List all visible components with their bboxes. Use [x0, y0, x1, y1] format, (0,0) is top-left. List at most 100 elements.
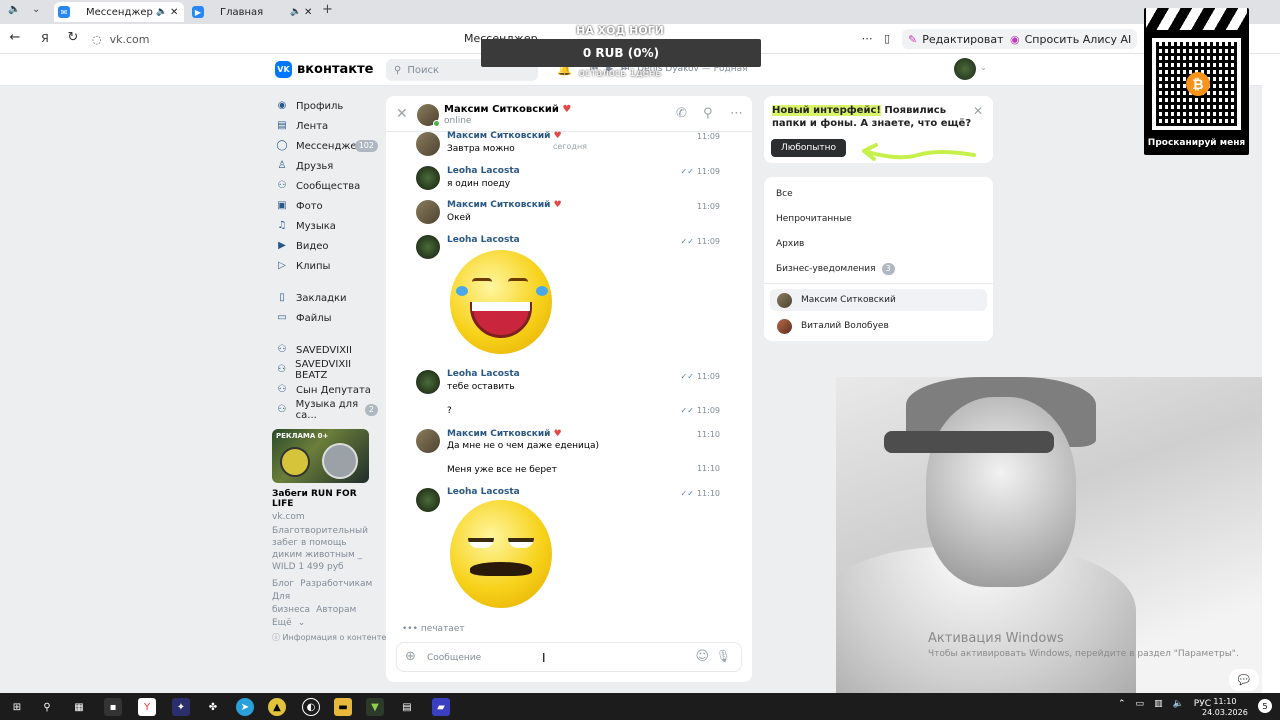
back-arrow-icon[interactable]: ←: [6, 30, 24, 45]
url-field[interactable]: ◌ vk.com: [92, 28, 472, 50]
yandex-icon[interactable]: Я: [36, 32, 54, 45]
folder-icon[interactable]: ▬: [334, 698, 352, 716]
sidebar-group-2[interactable]: ⚇ Сын Депутата: [276, 380, 380, 400]
curious-button[interactable]: Любопытно: [771, 139, 846, 157]
more-icon[interactable]: ⋯: [858, 32, 876, 45]
footer-link-blog[interactable]: Блог: [272, 579, 294, 589]
message-input[interactable]: [427, 650, 677, 666]
chat-avatar[interactable]: [417, 104, 440, 127]
ad-url[interactable]: vk.com: [272, 512, 369, 522]
chat-bubble-icon[interactable]: 💬: [1229, 669, 1259, 691]
alice-button[interactable]: ◉ Спросить Алису AI: [1004, 29, 1138, 49]
app-icon[interactable]: ✤: [204, 698, 222, 716]
message-author[interactable]: Максим Ситковский ♥: [447, 200, 562, 210]
footer-link-authors[interactable]: Авторам: [316, 605, 356, 615]
new-tab-icon[interactable]: +: [322, 2, 333, 17]
conversation-item[interactable]: Виталий Волобуев: [770, 315, 987, 337]
message-author[interactable]: Leoha Lacosta: [447, 166, 520, 176]
sidebar-group-3[interactable]: ⚇ Музыка для са... 2: [276, 399, 380, 421]
app-icon[interactable]: ✦: [172, 698, 190, 716]
sidebar-item-1[interactable]: ▤ Лента: [276, 116, 380, 136]
obs-icon[interactable]: ◐: [302, 698, 320, 716]
app-icon[interactable]: ▪: [104, 698, 122, 716]
app-icon[interactable]: ▼: [366, 698, 384, 716]
avatar[interactable]: [416, 370, 440, 394]
more-icon[interactable]: ⋯: [730, 106, 743, 121]
sidebar-item-7[interactable]: ▶ Видео: [276, 236, 380, 256]
search-icon[interactable]: ⚲: [38, 698, 56, 716]
ad-block[interactable]: РЕКЛАМА 0+ Забеги RUN FOR LIFE vk.com Бл…: [272, 429, 369, 573]
bookmark-icon[interactable]: ▯: [878, 32, 896, 45]
network-icon[interactable]: ▥: [1154, 699, 1163, 709]
edit-button[interactable]: ✎ Редактировать: [902, 29, 1016, 49]
sidebar-item-8[interactable]: ▷ Клипы: [276, 256, 380, 276]
sidebar-item-5[interactable]: ▣ Фото: [276, 196, 380, 216]
message-author[interactable]: Максим Ситковский ♥: [447, 131, 562, 141]
phone-icon[interactable]: ✆: [676, 106, 687, 121]
system-tray[interactable]: ⌃ ▭ ▥ 🔈 РУС: [1118, 699, 1211, 709]
folder-unread[interactable]: Непрочитанные: [776, 214, 852, 224]
close-icon[interactable]: ✕: [304, 7, 312, 18]
speaker-icon[interactable]: 🔈: [8, 4, 20, 15]
volume-icon[interactable]: 🔈: [1173, 699, 1184, 709]
folder-all[interactable]: Все: [776, 189, 793, 199]
reload-icon[interactable]: ↻: [64, 30, 82, 45]
sidebar-item-6[interactable]: ♫ Музыка: [276, 216, 380, 236]
message-author[interactable]: Максим Ситковский ♥: [447, 429, 562, 439]
tab-audio-icon[interactable]: 🔈: [156, 7, 167, 17]
tab-messenger[interactable]: ✉ Мессенджер 🔈 ✕: [54, 2, 184, 22]
tab-audio-icon[interactable]: 🔈: [290, 7, 301, 17]
chevron-down-icon[interactable]: ⌄: [32, 4, 40, 15]
chat-name[interactable]: Максим Ситковский ♥: [444, 104, 571, 115]
tab-main[interactable]: ▶ Главная 🔈 ✕: [188, 2, 318, 22]
sidebar-item-3[interactable]: ♙ Друзья: [276, 156, 380, 176]
yandex-browser-icon[interactable]: Y: [138, 698, 156, 716]
sidebar-item-2[interactable]: ◯ Мессенджер 102: [276, 136, 380, 156]
ad-title[interactable]: Забеги RUN FOR LIFE: [272, 489, 369, 509]
mustache-sticker[interactable]: [450, 500, 552, 608]
avatar[interactable]: [416, 166, 440, 190]
folder-archive[interactable]: Архив: [776, 239, 804, 249]
emoji-icon[interactable]: ☺: [695, 649, 709, 664]
telegram-icon[interactable]: ➤: [236, 698, 254, 716]
sidebar-item-4[interactable]: ⚇ Сообщества: [276, 176, 380, 196]
avatar[interactable]: [416, 132, 440, 156]
notification-badge[interactable]: 5: [1258, 699, 1272, 713]
windows-start-icon[interactable]: ⊞: [8, 698, 26, 716]
sidebar-item-extra-0[interactable]: ▯ Закладки: [276, 288, 380, 308]
app-icon[interactable]: ▤: [398, 698, 416, 716]
laughing-sticker[interactable]: [450, 250, 552, 354]
content-info-link[interactable]: ⓘ Информация о контенте: [272, 632, 386, 643]
chevron-down-icon[interactable]: ⌄: [298, 618, 306, 628]
message-author[interactable]: Leoha Lacosta: [447, 235, 520, 245]
folder-business[interactable]: Бизнес-уведомления 3: [776, 263, 895, 275]
app-icon[interactable]: ▰: [432, 698, 450, 716]
message-author[interactable]: Leoha Lacosta: [447, 487, 520, 497]
avatar[interactable]: [416, 200, 440, 224]
avatar[interactable]: [416, 235, 440, 259]
task-view-icon[interactable]: ▦: [70, 698, 88, 716]
avatar[interactable]: [416, 429, 440, 453]
footer-link-dev[interactable]: Разработчикам: [300, 579, 372, 589]
avatar[interactable]: [416, 488, 440, 512]
chevron-up-icon[interactable]: ⌃: [1118, 699, 1126, 709]
microphone-icon[interactable]: 🎙: [716, 649, 731, 663]
avatar[interactable]: [954, 58, 976, 80]
battery-icon[interactable]: ▭: [1136, 699, 1145, 709]
sidebar-group-1[interactable]: ⚇ SAVEDVIXII BEATZ: [276, 359, 380, 381]
footer-link-business[interactable]: Для бизнеса: [272, 592, 310, 615]
close-icon[interactable]: ✕: [170, 7, 178, 18]
ad-image[interactable]: РЕКЛАМА 0+: [272, 429, 369, 483]
vk-logo[interactable]: VK вконтакте: [275, 61, 373, 78]
sidebar-item-0[interactable]: ◉ Профиль: [276, 96, 380, 116]
search-icon[interactable]: ⚲: [703, 106, 713, 121]
clock[interactable]: 11:10 24.03.2026: [1202, 696, 1248, 718]
message-author[interactable]: Leoha Lacosta: [447, 369, 520, 379]
close-icon[interactable]: ✕: [973, 104, 983, 118]
app-icon[interactable]: ▲: [268, 698, 286, 716]
close-icon[interactable]: ✕: [396, 106, 408, 122]
chevron-down-icon[interactable]: ⌄: [980, 63, 987, 72]
sidebar-item-extra-1[interactable]: ▭ Файлы: [276, 308, 380, 328]
sidebar-group-0[interactable]: ⚇ SAVEDVIXII: [276, 340, 380, 360]
footer-link-more[interactable]: Ещё: [272, 618, 292, 628]
